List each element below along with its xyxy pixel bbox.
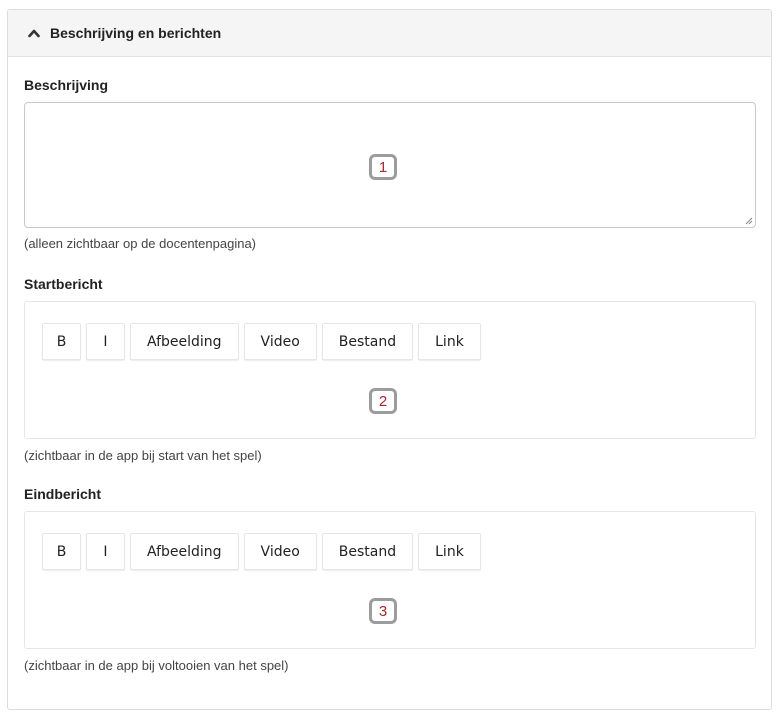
image-button[interactable]: Afbeelding: [130, 533, 239, 570]
chevron-up-icon: [28, 29, 40, 38]
italic-button[interactable]: I: [86, 533, 125, 570]
file-button[interactable]: Bestand: [321, 323, 414, 360]
description-label: Beschrijving: [24, 77, 109, 93]
start-message-label: Startbericht: [24, 276, 103, 292]
annotation-marker-3: 3: [369, 598, 397, 624]
image-button[interactable]: Afbeelding: [130, 323, 239, 360]
annotation-marker-2: 2: [369, 388, 397, 414]
start-message-toolbar: B I Afbeelding Video Bestand Link: [42, 323, 481, 360]
panel-title: Beschrijving en berichten: [50, 25, 222, 41]
resize-grip-icon[interactable]: [744, 216, 753, 225]
end-message-help-text: (zichtbaar in de app bij voltooien van h…: [24, 658, 289, 673]
start-message-editor[interactable]: B I Afbeelding Video Bestand Link: [24, 301, 756, 439]
bold-button[interactable]: B: [42, 323, 81, 360]
description-help-text: (alleen zichtbaar op de docentenpagina): [24, 236, 257, 251]
panel-header[interactable]: Beschrijving en berichten: [8, 10, 771, 57]
end-message-label: Eindbericht: [24, 486, 102, 502]
bold-button[interactable]: B: [42, 533, 81, 570]
file-button[interactable]: Bestand: [321, 533, 414, 570]
description-messages-panel: Beschrijving en berichten Beschrijving 1…: [7, 9, 772, 710]
italic-button[interactable]: I: [86, 323, 125, 360]
video-button[interactable]: Video: [243, 323, 317, 360]
link-button[interactable]: Link: [418, 533, 481, 570]
end-message-toolbar: B I Afbeelding Video Bestand Link: [42, 533, 481, 570]
start-message-help-text: (zichtbaar in de app bij start van het s…: [24, 448, 262, 463]
link-button[interactable]: Link: [418, 323, 481, 360]
video-button[interactable]: Video: [243, 533, 317, 570]
annotation-marker-1: 1: [369, 154, 397, 180]
end-message-editor[interactable]: B I Afbeelding Video Bestand Link: [24, 511, 756, 649]
